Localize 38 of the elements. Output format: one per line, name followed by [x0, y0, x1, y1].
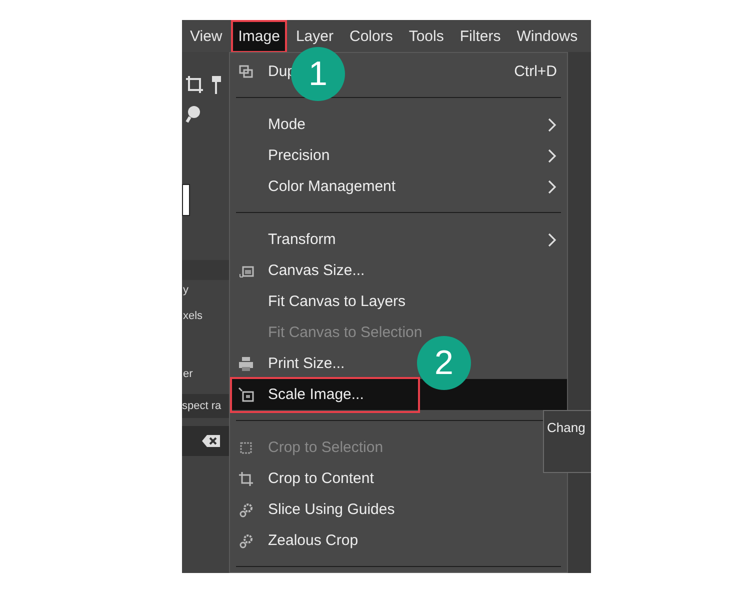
gears-icon: [238, 502, 254, 518]
chevron-icon: [547, 116, 557, 132]
input-field[interactable]: [182, 184, 190, 216]
menu-item[interactable]: Color Management: [268, 178, 396, 195]
shortcut-label: Ctrl+D: [514, 63, 557, 80]
menu-item[interactable]: Filters: [452, 20, 508, 52]
menu-item[interactable]: Colors: [342, 20, 400, 52]
crop-icon[interactable]: [184, 74, 206, 96]
menu-item[interactable]: Mode: [268, 116, 306, 133]
menu-item[interactable]: Zealous Crop: [268, 532, 358, 549]
menu-item[interactable]: Transform: [268, 231, 336, 248]
chevron-icon: [547, 178, 557, 194]
menu-item[interactable]: Tools: [402, 20, 451, 52]
dotted-crop-icon: [238, 440, 254, 456]
duplicate-icon: [238, 64, 254, 80]
panel-label: xels: [182, 310, 204, 322]
menu-item[interactable]: Print Size...: [268, 355, 345, 372]
menu-item[interactable]: Scale Image...: [268, 386, 364, 403]
panel-label: y: [182, 284, 190, 296]
menu-item[interactable]: View: [183, 20, 230, 52]
menu-item[interactable]: Crop to Content: [268, 470, 374, 487]
chevron-icon: [547, 232, 557, 248]
panel-label: spect ra: [182, 394, 229, 418]
gears-icon: [238, 532, 254, 548]
resize-icon: [238, 386, 254, 402]
panel-label: er: [182, 368, 194, 380]
printer-icon: [238, 356, 254, 372]
menu-item[interactable]: Image: [231, 20, 287, 52]
menu-item[interactable]: Fit Canvas to Layers: [268, 293, 406, 310]
crop-icon: [238, 470, 254, 486]
menu-item[interactable]: Slice Using Guides: [268, 501, 395, 518]
delete-icon[interactable]: [201, 434, 221, 448]
menu-item[interactable]: Canvas Size...: [268, 262, 365, 279]
tooltip-text: Chang: [547, 420, 586, 435]
chevron-icon: [547, 148, 557, 164]
menu-item[interactable]: Windows: [510, 20, 585, 52]
input-field[interactable]: [182, 426, 229, 456]
menu-item[interactable]: Precision: [268, 147, 330, 164]
